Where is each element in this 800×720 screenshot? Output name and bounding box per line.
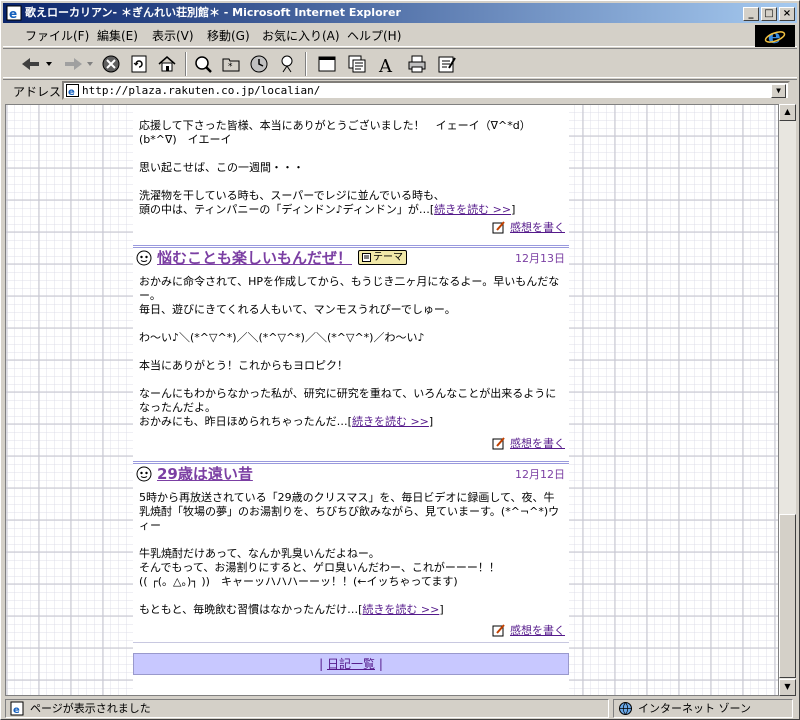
forward-button[interactable] [61, 52, 97, 76]
diary-entry: おかみに命令されて、HPを作成してから、もうじき二ヶ月になるよー。早いもんだなー… [133, 275, 569, 450]
refresh-button[interactable] [127, 52, 151, 76]
entry-date: 12月13日 [515, 251, 565, 265]
entry-body: 5時から再放送されている「29歳のクリスマス」を、毎日ビデオに録画して、夜、牛乳… [139, 491, 560, 616]
history-icon [250, 55, 268, 73]
entry-title[interactable]: 悩むことも楽しいもんだぜ！ [157, 247, 352, 268]
pencil-note-icon [492, 436, 505, 449]
page-content: 応援して下さった皆様、本当にありがとうございました！ イェーイ（∇^*d） (b… [5, 104, 779, 696]
stop-icon [102, 55, 120, 73]
refresh-icon [131, 55, 147, 73]
diary-entry: 応援して下さった皆様、本当にありがとうございました！ イェーイ（∇^*d） (b… [133, 119, 569, 234]
mail-button[interactable] [345, 52, 369, 76]
diary-footer: | 日記一覧 | [133, 653, 569, 675]
favorites-button[interactable]: * [219, 52, 243, 76]
menu-go[interactable]: 移動(G) [203, 28, 254, 44]
address-input[interactable]: e http://plaza.rakuten.co.jp/localian/ ▼ [62, 81, 790, 100]
theme-icon [362, 253, 372, 262]
scroll-up-button[interactable]: ▲ [779, 104, 796, 121]
scroll-thumb[interactable] [779, 514, 796, 678]
read-more-link[interactable]: 続きを読む >> [362, 603, 439, 616]
status-text-panel: e ページが表示されました [5, 699, 609, 718]
printer-icon [408, 55, 426, 73]
font-size-button[interactable]: A [375, 52, 399, 76]
browser-window: e 歌えローカリアン- ＊ぎんれい荘別館＊ - Microsoft Intern… [0, 0, 800, 720]
entry-date: 12月12日 [515, 467, 565, 481]
home-button[interactable] [155, 52, 179, 76]
fullscreen-icon [318, 56, 336, 72]
font-icon: A [378, 56, 393, 74]
security-zone-panel: インターネット ゾーン [613, 699, 793, 718]
vertical-scrollbar[interactable]: ▲ ▼ [779, 104, 796, 696]
address-bar: アドレス e http://plaza.rakuten.co.jp/locali… [3, 79, 797, 101]
read-more-link[interactable]: 続きを読む >> [434, 203, 511, 216]
close-button[interactable]: × [779, 7, 795, 21]
window-title: 歌えローカリアン- ＊ぎんれい荘別館＊ - Microsoft Internet… [25, 6, 401, 19]
entry-body: おかみに命令されて、HPを作成してから、もうじき二ヶ月になるよー。早いもんだなー… [139, 275, 560, 428]
home-icon [158, 56, 176, 72]
search-icon [195, 56, 212, 73]
toolbar-separator [305, 52, 307, 76]
toolbar: * A [3, 48, 797, 78]
write-comment-link[interactable]: 感想を書く [492, 435, 565, 451]
page-icon: e [66, 84, 79, 97]
channels-icon [281, 55, 293, 73]
entry-divider [133, 642, 569, 643]
menu-view[interactable]: 表示(V) [148, 28, 198, 44]
toolbar-separator [185, 52, 187, 76]
theme-badge[interactable]: テーマ [358, 250, 408, 265]
read-more-link[interactable]: 続きを読む >> [352, 415, 429, 428]
smiley-face-icon [136, 466, 152, 481]
mail-icon [348, 55, 366, 73]
diary-entry: 5時から再放送されている「29歳のクリスマス」を、毎日ビデオに録画して、夜、牛乳… [133, 491, 569, 637]
history-button[interactable] [247, 52, 271, 76]
stop-button[interactable] [99, 52, 123, 76]
favorites-folder-icon: * [222, 58, 240, 72]
address-label: アドレス [13, 85, 62, 99]
minimize-button[interactable]: _ [743, 7, 759, 21]
back-arrow-icon [22, 58, 52, 70]
ie-logo-icon: e [755, 25, 795, 47]
edit-button[interactable] [435, 52, 459, 76]
back-button[interactable] [17, 52, 57, 76]
fullscreen-button[interactable] [315, 52, 339, 76]
diary-column: 応援して下さった皆様、本当にありがとうございました！ イェーイ（∇^*d） (b… [133, 105, 569, 695]
entry-header: 悩むことも楽しいもんだぜ！ テーマ 12月13日 [133, 245, 569, 267]
status-bar: e ページが表示されました インターネット ゾーン [3, 698, 797, 719]
menu-favorites[interactable]: お気に入り(A) [258, 28, 344, 44]
svg-text:e: e [13, 705, 20, 716]
globe-icon [619, 702, 632, 715]
menu-edit[interactable]: 編集(E) [93, 28, 142, 44]
menu-help[interactable]: ヘルプ(H) [343, 28, 405, 44]
maximize-button[interactable]: □ [761, 7, 777, 21]
svg-text:e: e [768, 26, 781, 46]
menu-file[interactable]: ファイル(F) [21, 28, 93, 44]
print-button[interactable] [405, 52, 429, 76]
address-dropdown-button[interactable]: ▼ [771, 84, 786, 98]
address-url: http://plaza.rakuten.co.jp/localian/ [82, 84, 321, 97]
svg-text:*: * [228, 62, 233, 72]
search-button[interactable] [191, 52, 215, 76]
svg-text:A: A [378, 56, 393, 74]
forward-arrow-icon [65, 58, 93, 70]
diary-list-link[interactable]: 日記一覧 [327, 657, 375, 671]
scroll-down-button[interactable]: ▼ [779, 679, 796, 696]
ie-page-icon: e [6, 5, 22, 21]
entry-title[interactable]: 29歳は遠い昔 [157, 463, 253, 484]
write-comment-link[interactable]: 感想を書く [492, 622, 565, 638]
write-comment-link[interactable]: 感想を書く [492, 219, 565, 235]
channels-button[interactable] [275, 52, 299, 76]
smiley-face-icon [136, 250, 152, 265]
edit-page-icon [438, 56, 456, 73]
pencil-note-icon [492, 623, 505, 636]
pencil-note-icon [492, 220, 505, 233]
menu-bar: ファイル(F) 編集(E) 表示(V) 移動(G) お気に入り(A) ヘルプ(H… [3, 25, 797, 47]
page-loaded-icon: e [10, 701, 24, 716]
svg-text:e: e [68, 87, 75, 97]
entry-body: 応援して下さった皆様、本当にありがとうございました！ イェーイ（∇^*d） (b… [139, 119, 531, 216]
svg-text:e: e [9, 7, 17, 21]
title-bar: e 歌えローカリアン- ＊ぎんれい荘別館＊ - Microsoft Intern… [3, 3, 797, 23]
entry-header: 29歳は遠い昔 12月12日 [133, 461, 569, 483]
